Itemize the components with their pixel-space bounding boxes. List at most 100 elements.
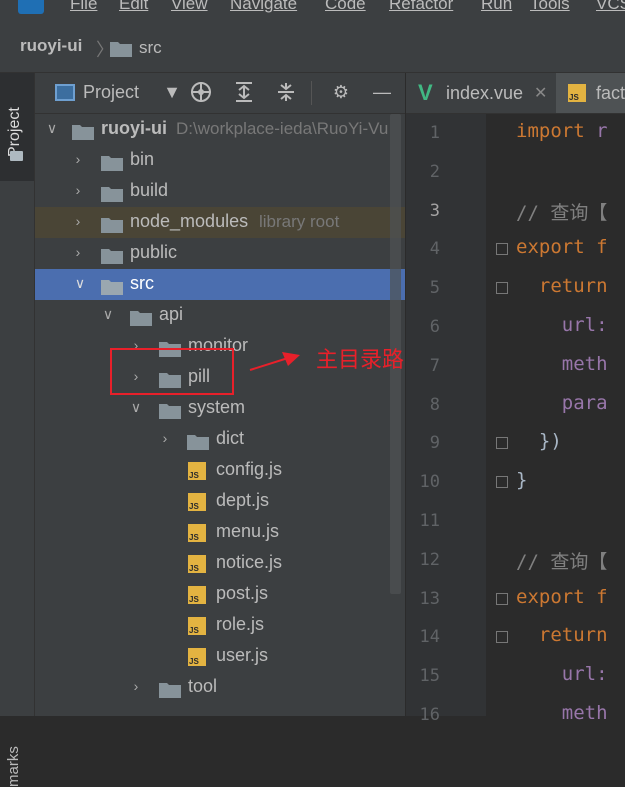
editor-tabs: V index.vue ✕ fact bbox=[406, 73, 625, 114]
chevron-down-icon[interactable]: ∨ bbox=[73, 275, 87, 292]
fold-marker-icon[interactable] bbox=[496, 282, 508, 295]
fold-marker-icon[interactable] bbox=[496, 592, 508, 605]
tree-row-build[interactable]: › build bbox=[35, 176, 405, 207]
line-number: 16 bbox=[419, 705, 440, 725]
bookmarks-tool-tab[interactable]: marks bbox=[5, 746, 22, 787]
js-file-icon bbox=[188, 586, 206, 604]
chevron-down-icon[interactable]: ∨ bbox=[101, 306, 115, 323]
tree-row-public[interactable]: › public bbox=[35, 238, 405, 269]
left-tool-strip: Project marks bbox=[0, 73, 35, 787]
gear-icon[interactable]: ⚙ bbox=[330, 81, 352, 103]
tree-label: tool bbox=[188, 676, 218, 696]
chevron-down-icon[interactable]: ∨ bbox=[45, 120, 59, 137]
line-number: 1 bbox=[429, 123, 440, 143]
breadcrumb-folder[interactable]: src bbox=[139, 38, 162, 58]
tree-row-role-js[interactable]: role.js bbox=[35, 610, 405, 641]
tree-row-notice-js[interactable]: notice.js bbox=[35, 548, 405, 579]
code-line: // 查询【 bbox=[516, 550, 608, 573]
line-number: 11 bbox=[419, 511, 440, 531]
folder-icon bbox=[101, 280, 123, 295]
line-number: 4 bbox=[429, 239, 440, 260]
menu-bar: File Edit View Navigate Code Refactor Ru… bbox=[0, 0, 625, 16]
line-number: 10 bbox=[419, 472, 440, 493]
code-line: export f bbox=[516, 585, 608, 608]
app-logo-icon bbox=[18, 0, 44, 14]
tab-index-vue[interactable]: V index.vue ✕ bbox=[406, 73, 554, 113]
menu-edit[interactable]: Edit bbox=[119, 0, 148, 14]
menu-file[interactable]: File bbox=[70, 0, 97, 14]
project-tree: ∨ ruoyi-ui D:\workplace-ieda\RuoYi-Vu › … bbox=[35, 114, 405, 716]
folder-icon bbox=[101, 249, 123, 264]
tree-row-dept-js[interactable]: dept.js bbox=[35, 486, 405, 517]
tab-active-js[interactable]: fact bbox=[556, 73, 625, 113]
line-number: 2 bbox=[429, 161, 440, 182]
project-view-selector[interactable]: Project bbox=[83, 82, 139, 103]
code-line: import r bbox=[516, 120, 608, 142]
folder-icon bbox=[187, 435, 209, 450]
fold-marker-icon[interactable] bbox=[496, 243, 508, 256]
tree-label: dict bbox=[216, 428, 245, 448]
code-line: }) bbox=[516, 430, 562, 453]
library-root-hint: library root bbox=[259, 212, 340, 231]
folder-icon bbox=[101, 187, 123, 202]
chevron-right-icon[interactable]: › bbox=[71, 182, 85, 198]
dropdown-arrow-icon[interactable]: ▼ bbox=[161, 81, 183, 103]
tree-row-node-modules[interactable]: › node_modules library root bbox=[35, 207, 405, 238]
tree-row-user-js[interactable]: user.js bbox=[35, 641, 405, 672]
breadcrumb: ruoyi-ui 〉 src bbox=[0, 16, 625, 73]
menu-tools[interactable]: Tools bbox=[530, 0, 570, 14]
expand-all-icon[interactable] bbox=[233, 81, 255, 103]
tree-label: public bbox=[130, 242, 178, 262]
tree-row-menu-js[interactable]: menu.js bbox=[35, 517, 405, 548]
tree-row-src[interactable]: ∨ src bbox=[35, 269, 405, 300]
chevron-right-icon[interactable]: › bbox=[71, 151, 85, 167]
tree-row-api[interactable]: ∨ api bbox=[35, 300, 405, 331]
chevron-right-icon[interactable]: › bbox=[71, 244, 85, 260]
folder-icon bbox=[72, 125, 94, 140]
fold-marker-icon[interactable] bbox=[496, 631, 508, 644]
menu-view[interactable]: View bbox=[171, 0, 208, 14]
tree-row-dict[interactable]: › dict bbox=[35, 424, 405, 455]
collapse-all-icon[interactable] bbox=[275, 81, 297, 103]
tree-row-ruoyi-ui[interactable]: ∨ ruoyi-ui D:\workplace-ieda\RuoYi-Vu bbox=[35, 114, 405, 145]
line-number: 8 bbox=[429, 394, 440, 415]
line-number: 9 bbox=[429, 433, 440, 454]
vue-file-icon: V bbox=[418, 80, 433, 105]
chevron-right-icon[interactable]: › bbox=[158, 430, 172, 446]
chevron-right-icon[interactable]: › bbox=[129, 678, 143, 694]
breadcrumb-project[interactable]: ruoyi-ui bbox=[20, 36, 82, 56]
menu-run[interactable]: Run bbox=[481, 0, 512, 14]
tree-label: dept.js bbox=[216, 490, 270, 510]
close-icon[interactable]: ✕ bbox=[534, 83, 547, 103]
folder-icon bbox=[159, 683, 181, 698]
locate-file-icon[interactable] bbox=[190, 81, 212, 103]
tree-row-post-js[interactable]: post.js bbox=[35, 579, 405, 610]
fold-marker-icon[interactable] bbox=[496, 476, 508, 489]
tree-row-config-js[interactable]: config.js bbox=[35, 455, 405, 486]
menu-navigate[interactable]: Navigate bbox=[230, 0, 297, 14]
js-file-icon bbox=[188, 524, 206, 542]
tree-label: notice.js bbox=[216, 552, 283, 572]
folder-icon bbox=[159, 404, 181, 419]
tree-row-tool[interactable]: › tool bbox=[35, 672, 405, 703]
minimize-icon[interactable]: — bbox=[371, 81, 393, 103]
project-tool-tab[interactable]: Project bbox=[0, 73, 34, 181]
tree-label: api bbox=[159, 304, 184, 324]
tree-row-system[interactable]: ∨ system bbox=[35, 393, 405, 424]
menu-refactor[interactable]: Refactor bbox=[389, 0, 453, 14]
menu-vcs[interactable]: VCS bbox=[596, 0, 625, 14]
folder-icon bbox=[130, 311, 152, 326]
line-number: 14 bbox=[419, 627, 440, 648]
fold-marker-icon[interactable] bbox=[496, 437, 508, 450]
tree-label: post.js bbox=[216, 583, 269, 603]
tab-label: fact bbox=[596, 83, 625, 103]
line-number: 15 bbox=[419, 666, 440, 687]
tree-label: role.js bbox=[216, 614, 265, 634]
tree-row-bin[interactable]: › bin bbox=[35, 145, 405, 176]
chevron-right-icon[interactable]: › bbox=[71, 213, 85, 229]
tree-label: ruoyi-ui bbox=[101, 118, 167, 138]
tree-label: system bbox=[188, 397, 246, 417]
chevron-down-icon[interactable]: ∨ bbox=[129, 399, 143, 416]
folder-icon bbox=[101, 156, 123, 171]
menu-code[interactable]: Code bbox=[325, 0, 366, 14]
